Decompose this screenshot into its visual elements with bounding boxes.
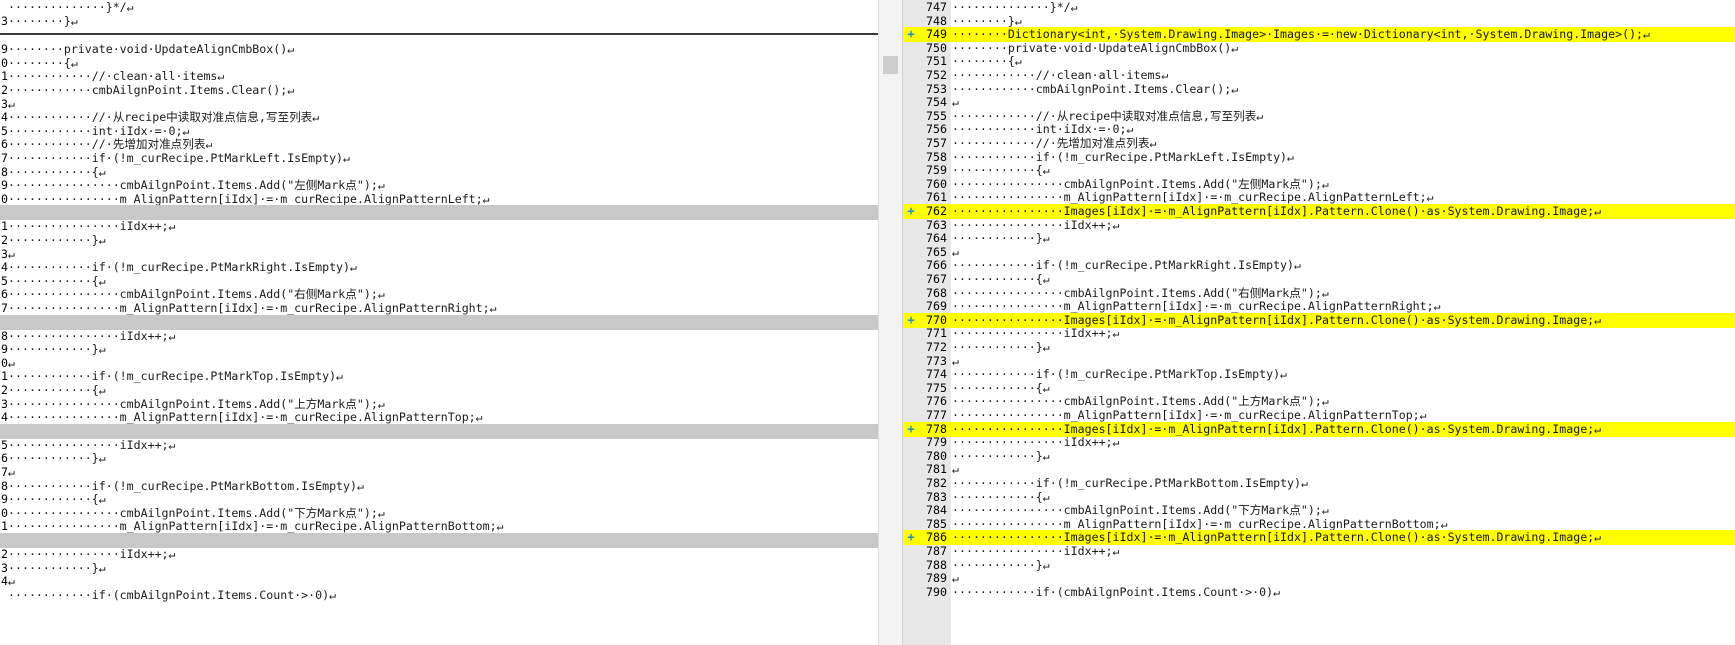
line-number [0, 588, 8, 603]
line-number [0, 424, 8, 439]
code-text: ············if·(cmbAilgnPoint.Items.Coun… [8, 587, 337, 602]
section-divider [0, 33, 878, 36]
left-diff-pane[interactable]: ··············}*/↵ 3 ········}↵ 9 ········pr… [0, 0, 878, 645]
code-text: ········}↵ [8, 13, 78, 28]
line-number: 3 [1, 13, 8, 28]
line-number [0, 533, 8, 548]
diff-gap-line[interactable] [0, 205, 878, 221]
line-number [0, 315, 8, 330]
scroll-thumb[interactable] [883, 56, 898, 74]
right-diff-pane[interactable]: 747 ··············}*/↵ 748 ········}↵ +749 ··… [903, 0, 1735, 645]
diff-gap-line[interactable] [0, 423, 878, 439]
line-number: 790 [926, 584, 947, 599]
pane-splitter[interactable] [878, 0, 903, 645]
code-text: ············if·(cmbAilgnPoint.Items.Coun… [952, 584, 1281, 599]
diff-gap-line[interactable] [0, 314, 878, 330]
code-line[interactable]: ············if·(cmbAilgnPoint.Items.Coun… [0, 588, 878, 603]
code-line[interactable]: 790 ············if·(cmbAilgnPoint.Items.C… [903, 585, 1735, 600]
code-line[interactable]: 3 ········}↵ [0, 14, 878, 29]
diff-gap-line[interactable] [0, 533, 878, 548]
line-number [0, 205, 8, 220]
